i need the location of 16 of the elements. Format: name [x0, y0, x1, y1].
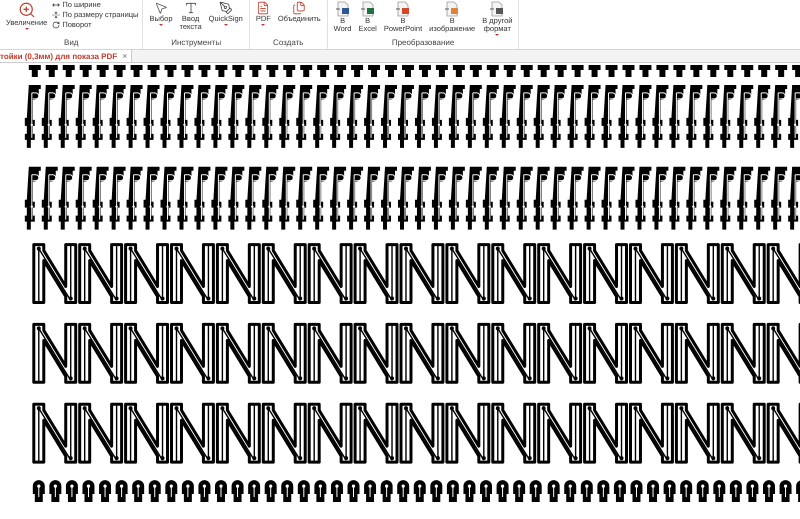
pointer-icon — [154, 1, 168, 15]
group-label: Создать — [272, 38, 304, 49]
rotate-icon — [52, 20, 60, 28]
group-label: Преобразование — [390, 38, 456, 49]
close-button[interactable]: × — [122, 51, 128, 61]
tab-title: тойки (0,3мм) для показа PDF — [0, 52, 118, 60]
document-icon — [256, 1, 270, 15]
group-label: Вид — [62, 38, 80, 49]
zoom-in-icon — [18, 1, 36, 19]
fit-page-icon — [52, 10, 60, 18]
fit-width-icon — [52, 0, 60, 8]
group-label: Инструменты — [170, 38, 222, 49]
pen-icon — [218, 1, 233, 15]
documents-icon — [292, 1, 306, 15]
text-icon — [184, 1, 198, 15]
document-tab[interactable]: тойки (0,3мм) для показа PDF × — [0, 50, 132, 62]
